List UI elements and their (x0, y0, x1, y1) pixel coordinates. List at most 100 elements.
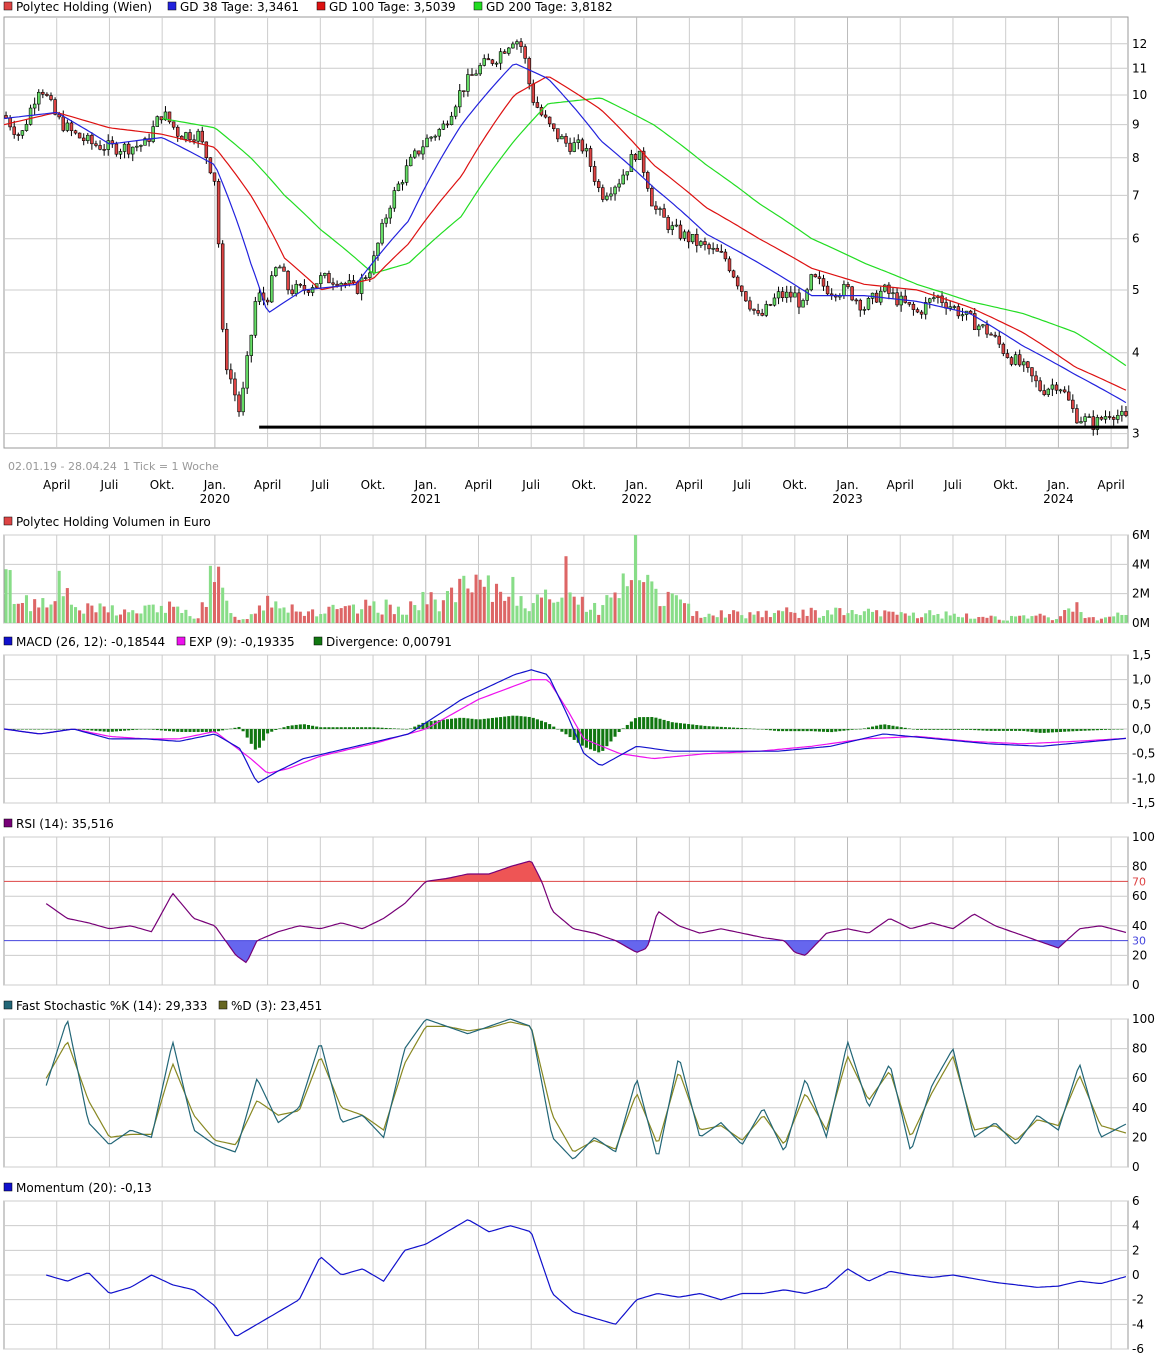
legend-momentum: Momentum (20): -0,13 (16, 1181, 152, 1195)
volume-bar (752, 614, 756, 623)
divergence-bar (911, 729, 915, 730)
candle-body (384, 217, 388, 224)
divergence-bar (1046, 729, 1050, 733)
volume-bar (1054, 619, 1059, 623)
candle-body (735, 276, 740, 287)
volume-bar (813, 610, 817, 623)
candle-body (220, 243, 225, 330)
divergence-bar (1116, 729, 1120, 730)
divergence-bar (270, 729, 274, 732)
volume-bar (654, 588, 658, 623)
divergence-bar (49, 729, 53, 730)
x-month-label: April (43, 478, 70, 492)
divergence-bar (143, 729, 147, 730)
volume-bar (298, 611, 302, 623)
y-tick-label-macd: -1,0 (1132, 771, 1155, 785)
x-month-label: Jan. (414, 478, 437, 492)
candle-body (511, 43, 515, 49)
candle-body (592, 166, 597, 182)
candle-body (527, 58, 531, 85)
volume-bar (515, 605, 519, 623)
volume-bar (490, 601, 494, 623)
divergence-bar (944, 729, 948, 730)
divergence-bar (102, 729, 106, 732)
candle-body (1046, 388, 1051, 395)
divergence-bar (552, 726, 556, 729)
divergence-bar (482, 718, 486, 729)
candle-body (445, 123, 450, 126)
divergence-bar (306, 725, 311, 729)
volume-bar (948, 615, 952, 623)
divergence-bar (168, 729, 172, 732)
x-month-label: Jan. (203, 478, 226, 492)
divergence-bar (866, 727, 870, 729)
volume-bar (196, 618, 200, 623)
candle-body (552, 123, 556, 129)
divergence-bar (20, 729, 24, 730)
legend-gd100: GD 100 Tage: 3,5039 (329, 0, 456, 14)
divergence-bar (392, 728, 396, 729)
volume-bar (593, 602, 597, 623)
divergence-bar (1103, 729, 1108, 730)
divergence-bar (597, 729, 601, 753)
y-tick-label-volume: 0M (1132, 616, 1150, 630)
volume-bar (1046, 617, 1050, 623)
candle-body (1103, 416, 1108, 420)
y-tick-label-stoch: 100 (1132, 1012, 1155, 1026)
y-tick-label-macd: 0,5 (1132, 697, 1151, 711)
x-month-label: Jan. (835, 478, 858, 492)
divergence-bar (135, 729, 139, 730)
divergence-bar (380, 727, 384, 729)
candle-body (474, 73, 478, 76)
divergence-bar (1099, 729, 1103, 731)
candle-body (564, 136, 568, 144)
candle-body (772, 297, 777, 306)
legend-swatch-rsi (3, 818, 13, 828)
y-tick-label-price: 8 (1132, 151, 1140, 165)
divergence-bar (1022, 729, 1026, 732)
divergence-bar (523, 716, 527, 729)
candle-body (372, 255, 376, 274)
divergence-bar (405, 729, 409, 730)
candle-body (417, 150, 421, 155)
x-year-label: 2023 (832, 492, 863, 506)
volume-bar (1095, 620, 1099, 623)
divergence-bar (376, 727, 380, 729)
candle-body (171, 121, 176, 128)
divergence-bar (445, 719, 450, 729)
volume-bar (478, 579, 482, 623)
volume-bar (1067, 608, 1071, 623)
candle-body (122, 143, 127, 152)
candle-body (797, 292, 801, 308)
divergence-bar (817, 729, 821, 732)
volume-bar (37, 607, 41, 623)
candle-body (319, 275, 323, 284)
volume-bar (588, 609, 593, 623)
volume-bar (1099, 618, 1103, 623)
divergence-bar (499, 717, 503, 729)
candle-body (20, 130, 25, 136)
candle-body (380, 222, 384, 244)
candle-body (216, 181, 221, 245)
volume-bar (319, 614, 323, 623)
candle-body (617, 183, 621, 188)
legend-swatch-macd (3, 636, 13, 646)
divergence-bar (327, 727, 331, 729)
volume-bar (172, 606, 176, 623)
candle-body (126, 143, 131, 155)
candle-body (760, 312, 764, 316)
volume-bar (1116, 612, 1120, 623)
candle-body (621, 174, 625, 185)
candle-body (478, 65, 482, 75)
divergence-bar (360, 727, 364, 729)
volume-bar (805, 615, 809, 623)
volume-bar (1038, 613, 1042, 623)
divergence-bar (1009, 729, 1014, 731)
divergence-bar (106, 729, 110, 732)
divergence-bar (642, 717, 646, 729)
candle-body (813, 274, 818, 278)
volume-bar (290, 604, 294, 623)
y-tick-label-rsi: 80 (1132, 860, 1147, 874)
candle-body (94, 143, 98, 146)
volume-bar (719, 610, 723, 623)
